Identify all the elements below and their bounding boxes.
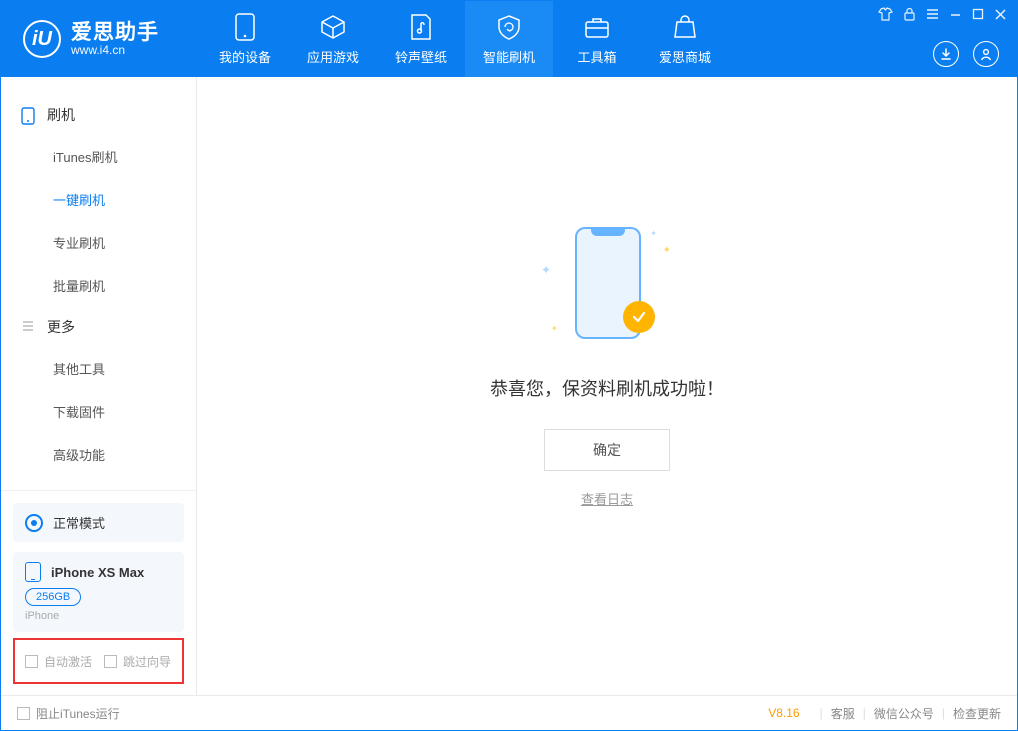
logo-area: iU 爱思助手 www.i4.cn	[1, 1, 201, 77]
device-info-row[interactable]: iPhone XS Max 256GB iPhone	[13, 552, 184, 632]
title-bar: iU 爱思助手 www.i4.cn 我的设备 应用游戏 铃声壁纸 智能刷机 工具…	[1, 1, 1017, 77]
phone-icon	[21, 107, 37, 123]
tab-toolbox[interactable]: 工具箱	[553, 1, 641, 77]
maximize-button[interactable]	[972, 8, 984, 20]
tshirt-icon[interactable]	[878, 7, 893, 21]
device-storage-badge: 256GB	[25, 588, 81, 606]
checkbox-label: 阻止iTunes运行	[36, 705, 120, 722]
view-log-link[interactable]: 查看日志	[581, 489, 633, 508]
device-type: iPhone	[25, 610, 172, 622]
cube-icon	[319, 13, 347, 41]
sidebar: 刷机 iTunes刷机 一键刷机 专业刷机 批量刷机 更多 其他工具 下载固件 …	[1, 77, 197, 696]
device-icon	[231, 13, 259, 41]
checkbox-icon	[104, 655, 117, 668]
shield-refresh-icon	[495, 13, 523, 41]
download-button[interactable]	[933, 41, 959, 67]
sidebar-item-download-firmware[interactable]: 下载固件	[1, 390, 196, 433]
check-update-link[interactable]: 检查更新	[953, 705, 1001, 722]
tab-my-device[interactable]: 我的设备	[201, 1, 289, 77]
sidebar-item-pro-flash[interactable]: 专业刷机	[1, 221, 196, 264]
menu-icon[interactable]	[926, 8, 939, 20]
success-message: 恭喜您，保资料刷机成功啦！	[490, 375, 724, 401]
success-illustration: ✦ ✦ ✦ ✦	[517, 221, 697, 361]
separator: |	[863, 706, 866, 720]
tab-ringtone-wallpaper[interactable]: 铃声壁纸	[377, 1, 465, 77]
category-label: 更多	[47, 317, 75, 337]
tab-label: 我的设备	[219, 47, 271, 66]
sidebar-item-batch-flash[interactable]: 批量刷机	[1, 264, 196, 307]
checkbox-auto-activate[interactable]: 自动激活	[25, 653, 92, 670]
device-phone-icon	[25, 562, 41, 582]
separator: |	[820, 706, 823, 720]
ok-button[interactable]: 确定	[544, 429, 670, 471]
list-icon	[21, 319, 37, 335]
main-content: ✦ ✦ ✦ ✦ 恭喜您，保资料刷机成功啦！ 确定 查看日志	[197, 77, 1017, 696]
app-title: 爱思助手	[71, 21, 159, 44]
separator: |	[942, 706, 945, 720]
app-url: www.i4.cn	[71, 44, 159, 57]
sidebar-item-itunes-flash[interactable]: iTunes刷机	[1, 135, 196, 178]
tab-store[interactable]: 爱思商城	[641, 1, 729, 77]
device-panel: 正常模式 iPhone XS Max 256GB iPhone 自动激活 跳过向…	[1, 490, 196, 696]
tab-smart-flash[interactable]: 智能刷机	[465, 1, 553, 77]
bag-icon	[671, 13, 699, 41]
user-button[interactable]	[973, 41, 999, 67]
checkbox-block-itunes[interactable]: 阻止iTunes运行	[17, 705, 120, 722]
tab-label: 应用游戏	[307, 47, 359, 66]
checkbox-skip-guide[interactable]: 跳过向导	[104, 653, 171, 670]
mode-indicator-icon	[25, 514, 43, 532]
sidebar-item-oneclick-flash[interactable]: 一键刷机	[1, 178, 196, 221]
app-logo-icon: iU	[23, 20, 61, 58]
minimize-button[interactable]	[949, 8, 962, 20]
header-actions	[933, 41, 999, 67]
window-controls	[878, 7, 1007, 21]
tab-label: 工具箱	[577, 47, 616, 66]
device-mode-row[interactable]: 正常模式	[13, 503, 184, 542]
tab-label: 智能刷机	[483, 47, 535, 66]
sidebar-category-flash: 刷机	[1, 95, 196, 135]
sparkle-icon: ✦	[650, 229, 657, 238]
lock-icon[interactable]	[903, 7, 916, 21]
wechat-link[interactable]: 微信公众号	[874, 705, 934, 722]
toolbox-icon	[583, 13, 611, 41]
status-bar: 阻止iTunes运行 V8.16 | 客服 | 微信公众号 | 检查更新	[1, 695, 1017, 730]
tab-label: 铃声壁纸	[395, 47, 447, 66]
sidebar-item-advanced[interactable]: 高级功能	[1, 433, 196, 476]
device-name: iPhone XS Max	[51, 565, 144, 580]
tab-apps-games[interactable]: 应用游戏	[289, 1, 377, 77]
checkbox-icon	[25, 655, 38, 668]
sparkle-icon: ✦	[541, 263, 551, 277]
sidebar-item-other-tools[interactable]: 其他工具	[1, 347, 196, 390]
checkbox-label: 跳过向导	[123, 653, 171, 670]
checkbox-icon	[17, 707, 30, 720]
checkbox-label: 自动激活	[44, 653, 92, 670]
device-mode-label: 正常模式	[53, 513, 105, 532]
flash-options-row: 自动激活 跳过向导	[13, 638, 184, 684]
sparkle-icon: ✦	[551, 324, 558, 333]
music-file-icon	[407, 13, 435, 41]
sparkle-icon: ✦	[663, 245, 671, 256]
checkmark-badge-icon	[623, 301, 655, 333]
sidebar-category-more: 更多	[1, 307, 196, 347]
top-tabs: 我的设备 应用游戏 铃声壁纸 智能刷机 工具箱 爱思商城	[201, 1, 729, 77]
category-label: 刷机	[47, 105, 75, 125]
close-button[interactable]	[994, 8, 1007, 21]
tab-label: 爱思商城	[659, 47, 711, 66]
version-label: V8.16	[768, 706, 799, 720]
support-link[interactable]: 客服	[831, 705, 855, 722]
